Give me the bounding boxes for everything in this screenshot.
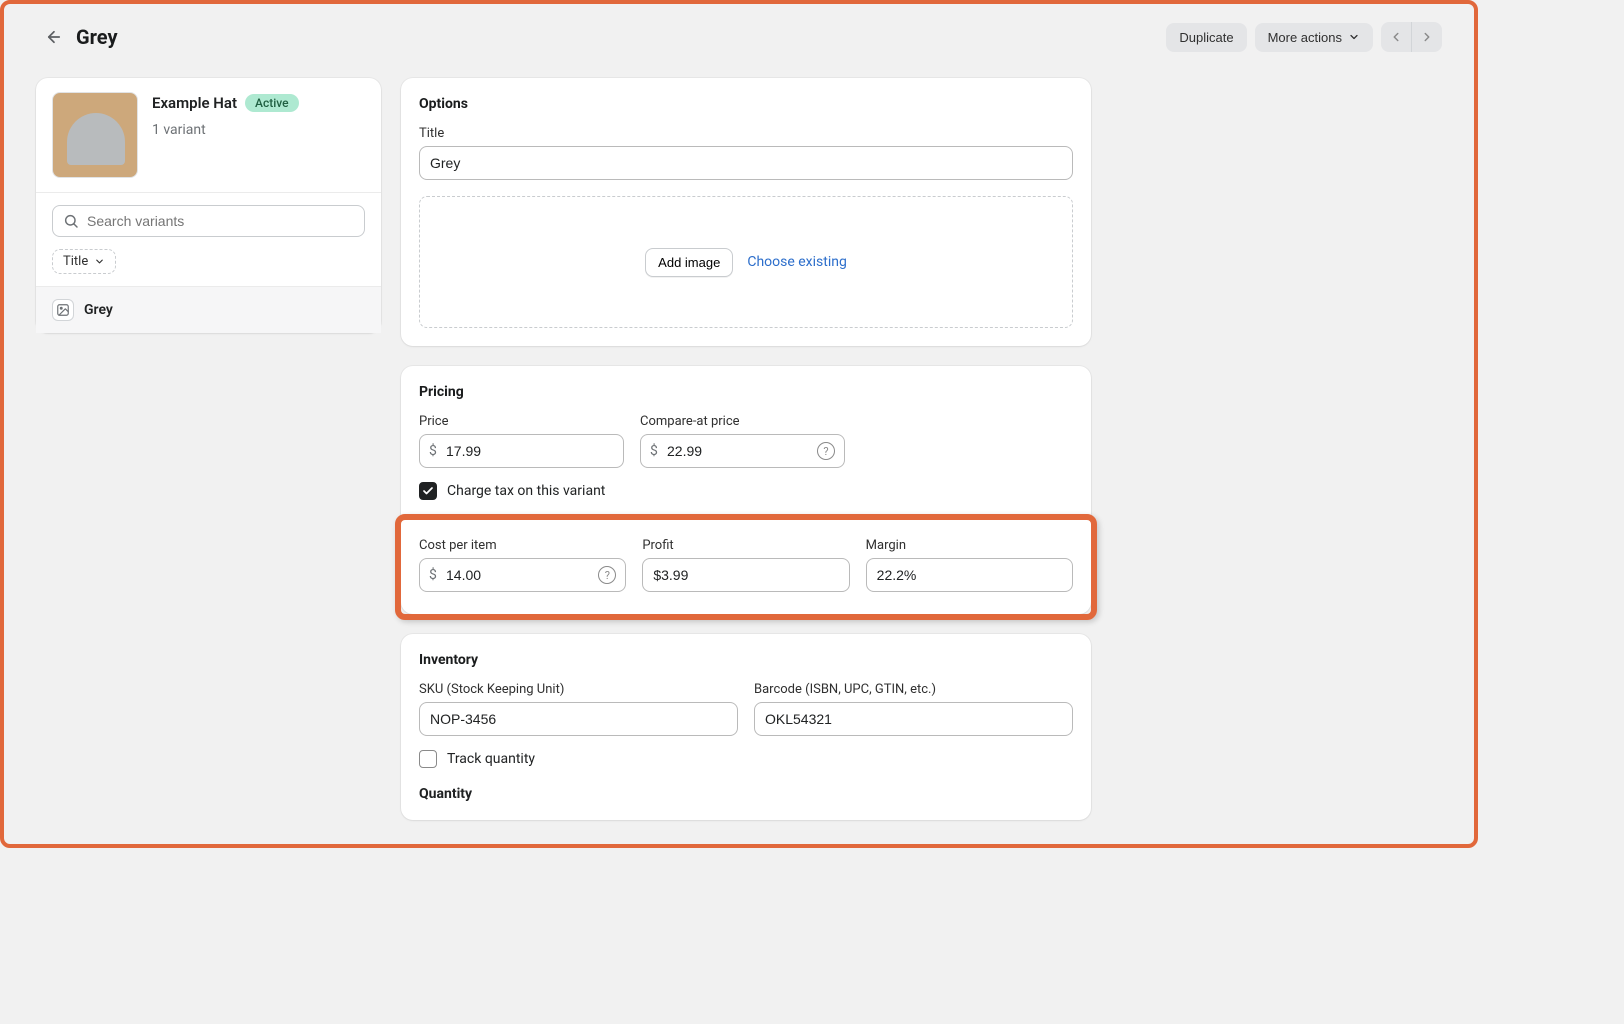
pricing-heading: Pricing (419, 384, 1073, 400)
pricing-card: Pricing Price $ Compare-at price $ (401, 366, 1091, 614)
currency-prefix: $ (429, 443, 437, 459)
product-summary-card: Example Hat Active 1 variant Title (36, 78, 381, 333)
page-header: Grey Duplicate More actions (4, 4, 1474, 60)
barcode-label: Barcode (ISBN, UPC, GTIN, etc.) (754, 682, 1073, 697)
search-input[interactable] (87, 213, 354, 229)
search-icon (63, 213, 79, 229)
product-name: Example Hat (152, 94, 237, 112)
help-icon[interactable]: ? (817, 442, 835, 460)
add-image-button[interactable]: Add image (645, 248, 733, 277)
margin-input[interactable] (866, 558, 1073, 592)
check-icon (422, 485, 434, 497)
status-badge: Active (245, 94, 299, 112)
variant-label: Grey (84, 302, 113, 318)
currency-prefix: $ (429, 567, 437, 583)
duplicate-button[interactable]: Duplicate (1166, 23, 1246, 52)
variant-count: 1 variant (152, 122, 299, 138)
inventory-heading: Inventory (419, 652, 1073, 668)
help-icon[interactable]: ? (598, 566, 616, 584)
options-heading: Options (419, 96, 1073, 112)
margin-label: Margin (866, 538, 1073, 553)
cost-label: Cost per item (419, 538, 626, 553)
compare-price-label: Compare-at price (640, 414, 845, 429)
sku-input[interactable] (419, 702, 738, 736)
title-input[interactable] (419, 146, 1073, 180)
more-actions-label: More actions (1268, 30, 1342, 45)
currency-prefix: $ (650, 443, 658, 459)
track-quantity-label: Track quantity (447, 751, 535, 767)
back-arrow-icon[interactable] (44, 27, 64, 47)
barcode-input[interactable] (754, 702, 1073, 736)
cost-input[interactable] (419, 558, 626, 592)
price-input[interactable] (419, 434, 624, 468)
title-filter-chip[interactable]: Title (52, 249, 116, 274)
options-card: Options Title Add image Choose existing (401, 78, 1091, 346)
chevron-right-icon (1420, 30, 1434, 44)
choose-existing-link[interactable]: Choose existing (747, 254, 847, 270)
price-label: Price (419, 414, 624, 429)
image-dropzone[interactable]: Add image Choose existing (419, 196, 1073, 328)
sku-label: SKU (Stock Keeping Unit) (419, 682, 738, 697)
profit-label: Profit (642, 538, 849, 553)
chevron-down-icon (1348, 31, 1360, 43)
variant-list-item[interactable]: Grey (36, 286, 381, 333)
chevron-down-icon (94, 256, 105, 267)
profit-input[interactable] (642, 558, 849, 592)
inventory-card: Inventory SKU (Stock Keeping Unit) Barco… (401, 634, 1091, 820)
charge-tax-checkbox[interactable] (419, 482, 437, 500)
charge-tax-label: Charge tax on this variant (447, 483, 605, 499)
pager-prev-button[interactable] (1381, 22, 1411, 52)
compare-price-input[interactable] (640, 434, 845, 468)
more-actions-button[interactable]: More actions (1255, 23, 1373, 52)
track-quantity-checkbox[interactable] (419, 750, 437, 768)
chevron-left-icon (1389, 30, 1403, 44)
page-title: Grey (76, 25, 118, 49)
quantity-heading: Quantity (419, 786, 1073, 802)
search-variants-field[interactable] (52, 205, 365, 237)
product-thumbnail[interactable] (52, 92, 138, 178)
pager-next-button[interactable] (1412, 22, 1442, 52)
cost-profit-margin-row: Cost per item $ ? Profit M (395, 514, 1097, 620)
pager (1381, 22, 1442, 52)
title-filter-label: Title (63, 254, 88, 269)
title-field-label: Title (419, 126, 1073, 141)
image-icon (52, 299, 74, 321)
